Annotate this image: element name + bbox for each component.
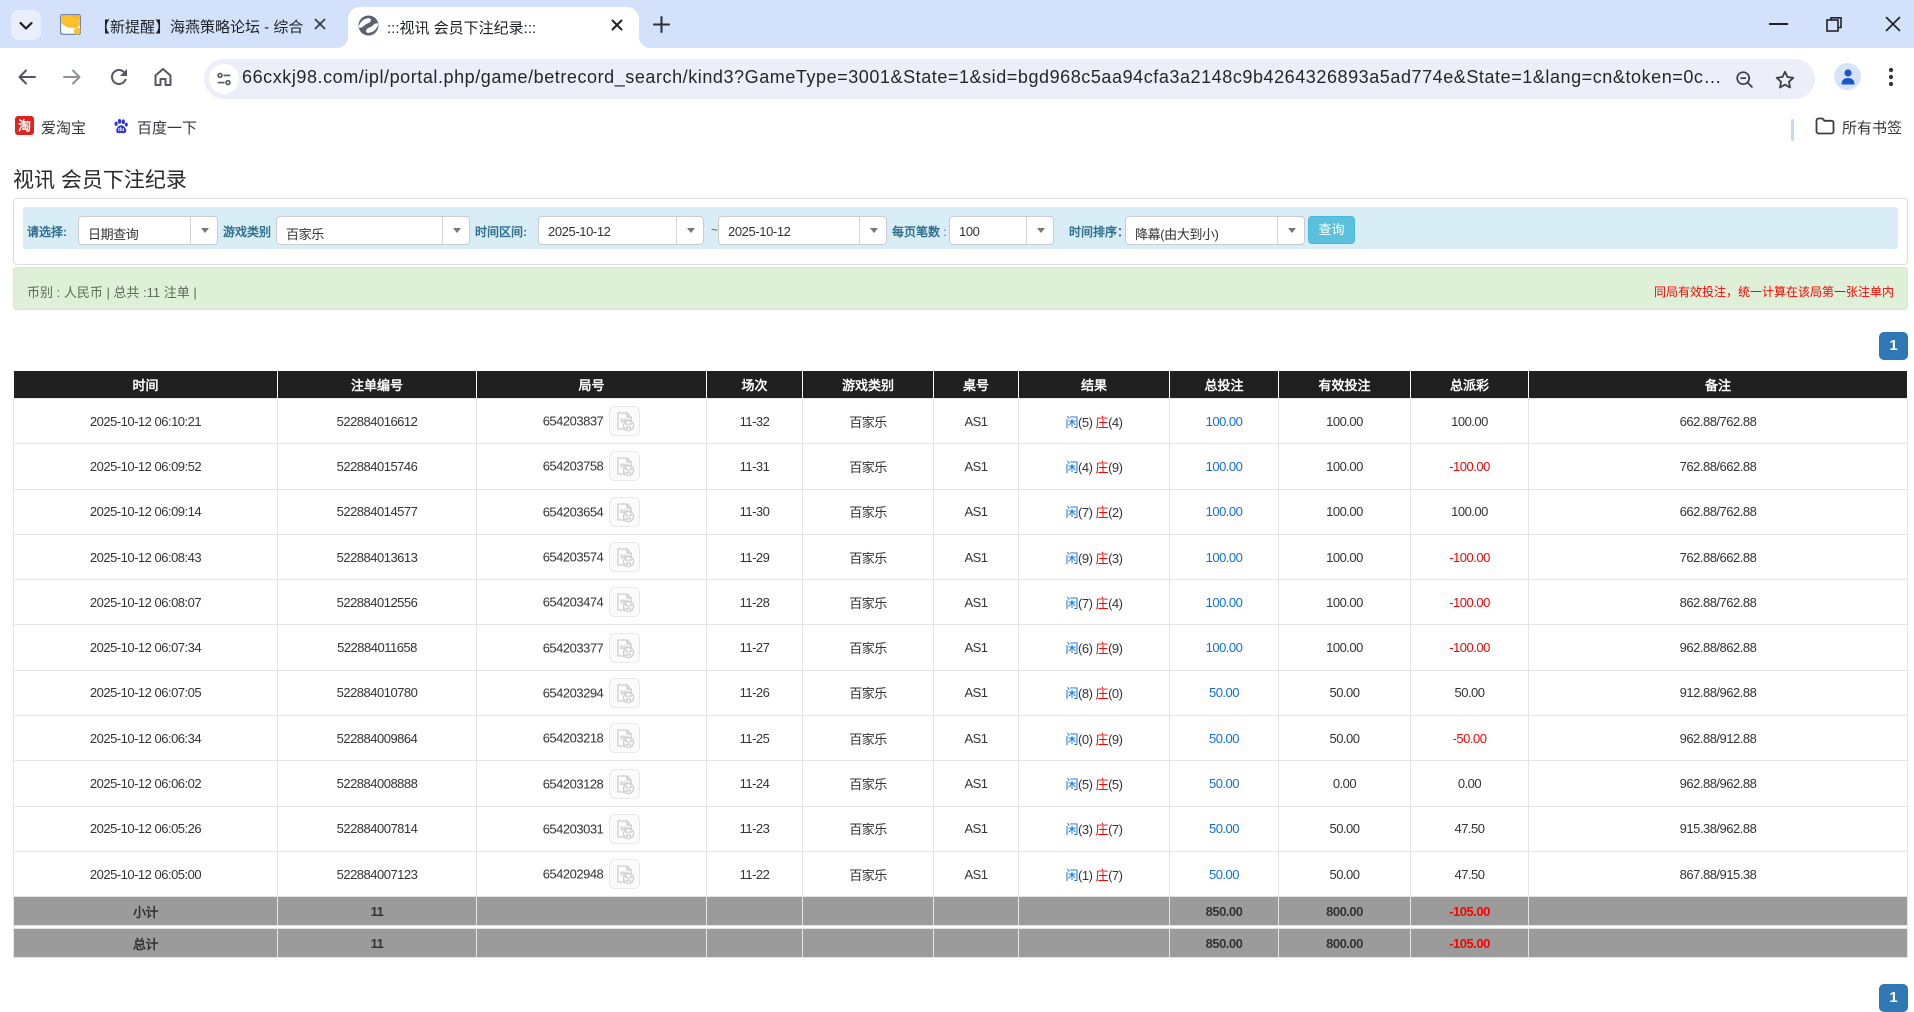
svg-text:淘: 淘	[18, 119, 31, 134]
svg-text:du: du	[118, 127, 124, 133]
